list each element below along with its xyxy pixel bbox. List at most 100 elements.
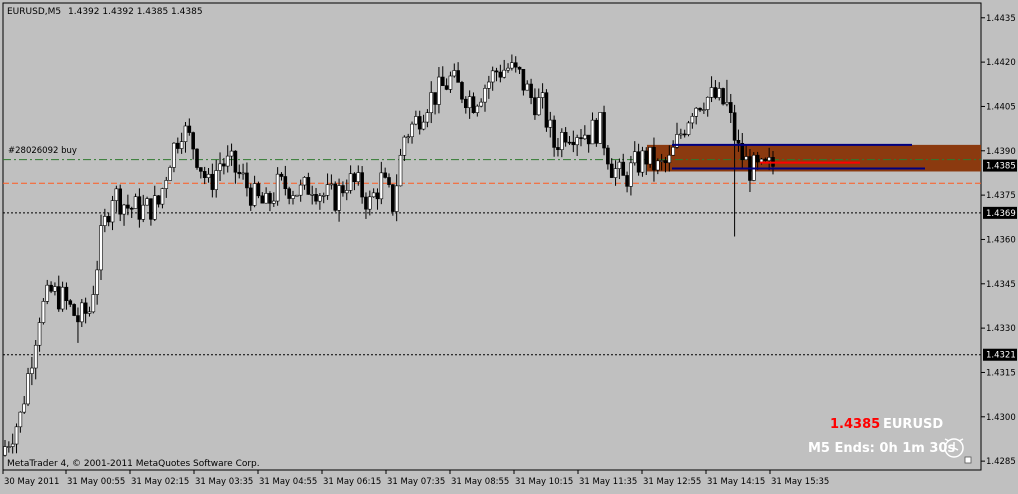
candle-body	[179, 141, 184, 149]
candle-body	[479, 101, 483, 107]
copyright-text: MetaTrader 4, © 2001-2011 MetaQuotes Sof…	[7, 459, 260, 469]
y-tick-label: 1.4315	[986, 368, 1016, 378]
candle-body	[667, 154, 672, 164]
candle-body	[440, 76, 445, 86]
candle-body	[33, 344, 38, 369]
candle-body	[164, 180, 169, 189]
candle	[721, 87, 725, 106]
candle	[640, 146, 645, 177]
candle-body	[72, 304, 76, 316]
candle-body	[421, 121, 426, 130]
y-tick-label: 1.4375	[986, 191, 1016, 201]
candle	[333, 181, 338, 212]
candle-body	[521, 68, 526, 91]
candle	[391, 184, 395, 216]
candle	[172, 142, 176, 173]
candle-body	[344, 190, 349, 194]
candle-body	[402, 136, 407, 156]
candle-body	[609, 163, 614, 178]
candle-body	[195, 148, 199, 168]
candle	[602, 105, 606, 156]
candle-body	[655, 160, 660, 171]
candle-body	[387, 177, 391, 185]
candle-body	[91, 294, 96, 313]
candle-body	[256, 183, 261, 197]
candle-body	[648, 147, 652, 165]
candle-body	[448, 75, 453, 90]
candle-body	[95, 269, 99, 295]
price-label-text: 1.4385	[986, 162, 1016, 172]
candle-body	[152, 195, 157, 220]
candle-body	[414, 116, 418, 125]
candle-body	[583, 134, 587, 140]
candle-body	[287, 188, 291, 199]
candle-body	[80, 302, 84, 323]
candle-body	[118, 188, 122, 215]
candle-body	[598, 112, 603, 144]
candle-body	[567, 141, 572, 144]
candle-body	[625, 175, 629, 187]
x-tick-label: 31 May 12:55	[643, 477, 701, 487]
candle-body	[755, 154, 760, 163]
candle-body	[10, 443, 15, 447]
candle-body	[713, 87, 718, 98]
candle-body	[375, 192, 380, 200]
candle-body	[41, 301, 46, 323]
candle-body	[295, 194, 299, 197]
candle-body	[379, 172, 384, 200]
candle-body	[644, 150, 649, 165]
candle-body	[291, 195, 295, 199]
candle-body	[417, 116, 422, 130]
candle-body	[679, 133, 683, 136]
candle-body	[606, 147, 610, 165]
x-tick-label: 31 May 00:55	[67, 477, 125, 487]
candle-body	[498, 71, 503, 78]
chart-window[interactable]: 1.4435 1.4420 1.4405 1.4390 1.4375 1.4360 1.43…	[0, 0, 1018, 490]
candle-body	[160, 188, 165, 205]
candle-body	[717, 88, 722, 98]
candle	[168, 165, 172, 181]
x-tick-label: 31 May 15:35	[771, 477, 829, 487]
candle-body	[463, 98, 468, 109]
candle-body	[348, 173, 353, 191]
candle-body	[122, 204, 126, 215]
candle-body	[391, 184, 395, 212]
candle-body	[99, 225, 103, 271]
candle-body	[149, 198, 153, 220]
candle-body	[241, 172, 245, 175]
price-label-text: 1.4369	[986, 209, 1016, 219]
y-tick-label: 1.4405	[986, 102, 1016, 112]
candle-body	[87, 311, 92, 314]
y-tick-label: 1.4330	[986, 324, 1016, 334]
info-bar-timer: M5 Ends: 0h 1m 30s	[808, 441, 955, 456]
price-chart[interactable]: 1.4435 1.4420 1.4405 1.4390 1.4375 1.4360 1.43…	[0, 0, 1018, 490]
candle-body	[732, 112, 737, 141]
candle-body	[556, 147, 560, 150]
candle-body	[575, 137, 579, 146]
candle-body	[222, 163, 226, 167]
candle-body	[126, 204, 130, 209]
candle-body	[298, 184, 303, 196]
candle-body	[156, 195, 161, 205]
candle	[26, 367, 30, 407]
info-symbol: EURUSD	[883, 417, 943, 432]
candle-body	[114, 188, 119, 201]
candle-body	[663, 160, 668, 164]
candle-body	[14, 426, 19, 445]
candle-body	[245, 172, 249, 189]
candle-body	[682, 133, 687, 136]
candle-body	[106, 216, 111, 223]
candle-body	[318, 195, 322, 202]
candle-body	[510, 62, 514, 69]
candle-body	[333, 183, 338, 211]
candle-body	[629, 162, 633, 187]
candle-body	[763, 158, 768, 161]
x-tick-label: 31 May 10:15	[515, 477, 573, 487]
y-tick-label: 1.4345	[986, 280, 1016, 290]
candle-body	[229, 150, 234, 157]
candle-body	[621, 161, 626, 176]
candle-body	[563, 132, 568, 143]
x-tick-label: 31 May 06:15	[323, 477, 381, 487]
x-tick-label: 31 May 11:35	[579, 477, 637, 487]
candle-body	[356, 172, 361, 183]
